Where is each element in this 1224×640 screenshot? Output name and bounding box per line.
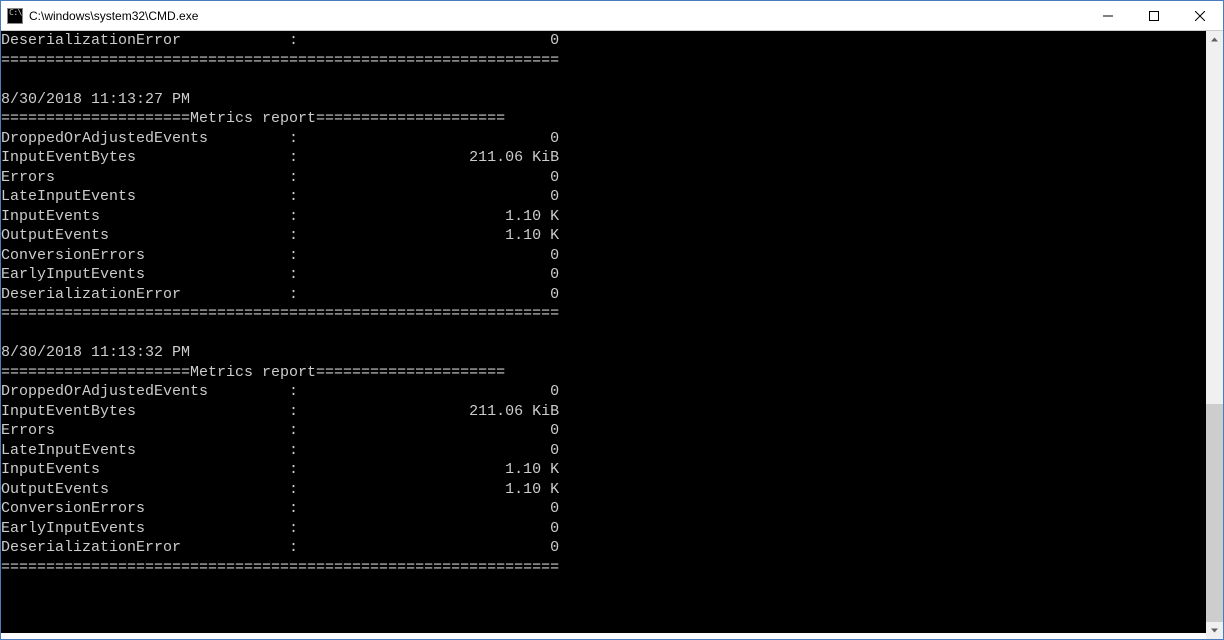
close-button[interactable] xyxy=(1177,1,1223,30)
terminal-line: DroppedOrAdjustedEvents : 0 xyxy=(1,129,1223,149)
terminal-line: DeserializationError : 0 xyxy=(1,285,1223,305)
terminal-line: ========================================… xyxy=(1,304,1223,324)
terminal-line: EarlyInputEvents : 0 xyxy=(1,265,1223,285)
window-title: C:\windows\system32\CMD.exe xyxy=(29,9,198,23)
minimize-button[interactable] xyxy=(1085,1,1131,30)
terminal-line: OutputEvents : 1.10 K xyxy=(1,480,1223,500)
terminal-line xyxy=(1,70,1223,90)
terminal-line: InputEvents : 1.10 K xyxy=(1,460,1223,480)
titlebar[interactable]: C:\ C:\windows\system32\CMD.exe xyxy=(1,1,1223,31)
scrollbar-track[interactable] xyxy=(1206,48,1223,622)
terminal-line: InputEventBytes : 211.06 KiB xyxy=(1,402,1223,422)
cmd-window: C:\ C:\windows\system32\CMD.exe Deserial… xyxy=(0,0,1224,640)
terminal-line: ConversionErrors : 0 xyxy=(1,246,1223,266)
bottom-edge xyxy=(1,633,1206,639)
terminal-line: DeserializationError : 0 xyxy=(1,31,1223,51)
maximize-button[interactable] xyxy=(1131,1,1177,30)
terminal-line: DroppedOrAdjustedEvents : 0 xyxy=(1,382,1223,402)
window-controls xyxy=(1085,1,1223,30)
terminal-line: ========================================… xyxy=(1,51,1223,71)
cmd-icon: C:\ xyxy=(7,8,23,24)
terminal-line: InputEvents : 1.10 K xyxy=(1,207,1223,227)
terminal-line: =====================Metrics report=====… xyxy=(1,109,1223,129)
titlebar-left: C:\ C:\windows\system32\CMD.exe xyxy=(1,8,198,24)
terminal-line: Errors : 0 xyxy=(1,421,1223,441)
terminal-line: ConversionErrors : 0 xyxy=(1,499,1223,519)
scroll-up-arrow-icon[interactable] xyxy=(1206,31,1223,48)
terminal-line: =====================Metrics report=====… xyxy=(1,363,1223,383)
terminal-line: EarlyInputEvents : 0 xyxy=(1,519,1223,539)
terminal-line: LateInputEvents : 0 xyxy=(1,441,1223,461)
terminal-line: ========================================… xyxy=(1,558,1223,578)
terminal-line xyxy=(1,324,1223,344)
vertical-scrollbar[interactable] xyxy=(1206,31,1223,639)
terminal-line: 8/30/2018 11:13:27 PM xyxy=(1,90,1223,110)
terminal-line xyxy=(1,577,1223,597)
scrollbar-thumb[interactable] xyxy=(1206,404,1223,622)
terminal-line: InputEventBytes : 211.06 KiB xyxy=(1,148,1223,168)
terminal-line: Errors : 0 xyxy=(1,168,1223,188)
terminal-line: 8/30/2018 11:13:32 PM xyxy=(1,343,1223,363)
terminal-line: DeserializationError : 0 xyxy=(1,538,1223,558)
scroll-down-arrow-icon[interactable] xyxy=(1206,622,1223,639)
terminal-client: DeserializationError : 0================… xyxy=(1,31,1223,639)
terminal-output[interactable]: DeserializationError : 0================… xyxy=(1,31,1223,639)
terminal-line: OutputEvents : 1.10 K xyxy=(1,226,1223,246)
terminal-line: LateInputEvents : 0 xyxy=(1,187,1223,207)
